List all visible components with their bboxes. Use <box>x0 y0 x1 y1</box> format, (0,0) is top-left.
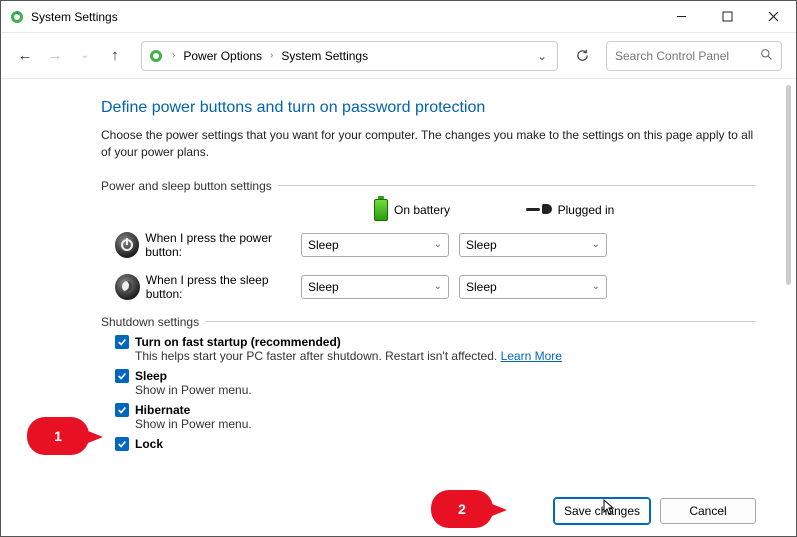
checkbox-label: Turn on fast startup (recommended) <box>135 335 341 349</box>
scrollbar[interactable] <box>782 79 796 486</box>
power-icon <box>115 232 139 258</box>
group-power-sleep-title: Power and sleep button settings <box>101 179 272 193</box>
address-bar[interactable]: › Power Options › System Settings ⌄ <box>141 41 558 71</box>
col-plugged: Plugged in <box>491 203 649 217</box>
footer: Save changes Cancel <box>1 486 796 536</box>
chevron-right-icon: › <box>270 50 273 61</box>
close-button[interactable] <box>750 1 796 31</box>
address-dropdown-icon[interactable]: ⌄ <box>533 49 551 63</box>
group-shutdown-title: Shutdown settings <box>101 315 199 329</box>
col-battery: On battery <box>333 199 491 221</box>
page-heading: Define power buttons and turn on passwor… <box>101 99 756 117</box>
breadcrumb-root[interactable]: Power Options <box>183 49 262 63</box>
checkbox-label: Lock <box>135 437 163 451</box>
checkbox-desc: Show in Power menu. <box>135 417 756 431</box>
checkbox-label: Hibernate <box>135 403 190 417</box>
plug-icon <box>526 204 552 216</box>
divider <box>278 185 756 186</box>
chevron-right-icon: › <box>172 50 175 61</box>
checkbox[interactable] <box>115 369 129 383</box>
row-sleep-button: When I press the sleep button: Sleep⌄ Sl… <box>115 273 756 301</box>
checkbox-sleep: Sleep Show in Power menu. <box>115 369 756 397</box>
toolbar: ← → ⌄ ↑ › Power Options › System Setting… <box>1 33 796 79</box>
checkbox-desc: Show in Power menu. <box>135 383 756 397</box>
search-placeholder: Search Control Panel <box>615 49 729 63</box>
checkbox-fast-startup: Turn on fast startup (recommended) This … <box>115 335 756 363</box>
group-shutdown-header: Shutdown settings <box>101 315 756 329</box>
checkbox[interactable] <box>115 335 129 349</box>
divider <box>205 321 756 322</box>
checkbox-label: Sleep <box>135 369 167 383</box>
select-sleep-battery[interactable]: Sleep⌄ <box>301 275 449 299</box>
page-subtext: Choose the power settings that you want … <box>101 127 756 161</box>
maximize-button[interactable] <box>704 1 750 31</box>
learn-more-link[interactable]: Learn More <box>501 349 562 363</box>
search-input[interactable]: Search Control Panel <box>606 41 782 71</box>
scrollbar-thumb[interactable] <box>786 85 791 285</box>
window: System Settings ← → ⌄ ↑ › Power Options … <box>0 0 797 537</box>
recent-dropdown-icon[interactable]: ⌄ <box>75 46 95 66</box>
minimize-button[interactable] <box>658 1 704 31</box>
chevron-down-icon: ⌄ <box>434 281 442 292</box>
window-title: System Settings <box>31 10 118 24</box>
battery-icon <box>374 199 388 221</box>
group-power-sleep-header: Power and sleep button settings <box>101 179 756 193</box>
refresh-button[interactable] <box>568 42 596 70</box>
row-label: When I press the power button: <box>145 231 301 259</box>
address-icon <box>148 48 164 64</box>
breadcrumb-current[interactable]: System Settings <box>281 49 368 63</box>
checkbox-desc: This helps start your PC faster after sh… <box>135 349 756 363</box>
app-icon <box>9 9 25 25</box>
checkbox-hibernate: Hibernate Show in Power menu. <box>115 403 756 431</box>
select-power-plugged[interactable]: Sleep⌄ <box>459 233 607 257</box>
row-label: When I press the sleep button: <box>146 273 301 301</box>
select-sleep-plugged[interactable]: Sleep⌄ <box>459 275 607 299</box>
checkbox-lock: Lock <box>115 437 756 451</box>
checkbox[interactable] <box>115 437 129 451</box>
window-buttons <box>658 1 796 31</box>
sleep-icon <box>115 274 140 300</box>
select-power-battery[interactable]: Sleep⌄ <box>301 233 449 257</box>
col-battery-label: On battery <box>394 203 450 217</box>
chevron-down-icon: ⌄ <box>434 239 442 250</box>
annotation-callout-1: 1 <box>27 417 89 455</box>
cancel-button[interactable]: Cancel <box>660 498 756 524</box>
search-icon <box>760 48 773 64</box>
annotation-callout-2: 2 <box>431 490 493 528</box>
chevron-down-icon: ⌄ <box>592 239 600 250</box>
column-headers: On battery Plugged in <box>115 199 756 221</box>
titlebar: System Settings <box>1 1 796 33</box>
col-plugged-label: Plugged in <box>558 203 615 217</box>
back-button[interactable]: ← <box>15 46 35 66</box>
checkbox[interactable] <box>115 403 129 417</box>
up-button[interactable]: ↑ <box>105 46 125 66</box>
content-area: Define power buttons and turn on passwor… <box>1 79 796 486</box>
chevron-down-icon: ⌄ <box>592 281 600 292</box>
row-power-button: When I press the power button: Sleep⌄ Sl… <box>115 231 756 259</box>
save-changes-button[interactable]: Save changes <box>554 498 650 524</box>
forward-button[interactable]: → <box>45 46 65 66</box>
